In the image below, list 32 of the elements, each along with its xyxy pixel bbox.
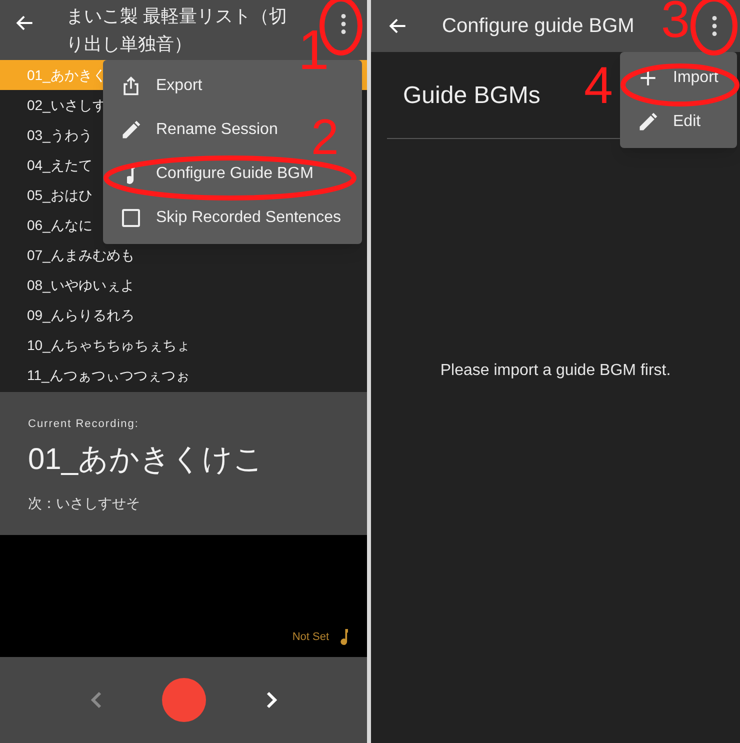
chevron-right-icon bbox=[264, 691, 276, 709]
screen-title: まいこ製 最軽量リスト（切り出し単独音） bbox=[66, 5, 288, 56]
pencil-icon bbox=[637, 111, 659, 133]
annotation-number: 2 bbox=[311, 112, 339, 162]
sentence-item[interactable]: 11_んつぁつぃつつぇつぉ bbox=[0, 360, 367, 390]
menu-item[interactable]: Rename Session bbox=[103, 108, 286, 152]
annotation-number: 4 bbox=[584, 60, 613, 112]
recording-label: Current Recording: bbox=[28, 417, 139, 432]
menu-item[interactable]: Edit bbox=[620, 100, 709, 144]
bgm-status: Not Set bbox=[292, 630, 329, 644]
pencil-icon bbox=[120, 119, 142, 141]
more-icon bbox=[712, 16, 717, 36]
more-button[interactable] bbox=[712, 16, 718, 36]
more-button[interactable] bbox=[341, 14, 347, 34]
sentence-item[interactable]: 07_んまみむめも bbox=[0, 240, 367, 270]
sentence-item[interactable]: 09_んらりるれろ bbox=[0, 300, 367, 330]
annotation-number: 1 bbox=[298, 22, 330, 78]
checkbox[interactable] bbox=[122, 209, 140, 227]
record-button[interactable] bbox=[162, 678, 206, 722]
next-sentence: 次：いさしすせそ bbox=[28, 494, 140, 512]
screen-title: Configure guide BGM bbox=[442, 14, 634, 39]
sentence-item[interactable]: 08_いやゆいぇよ bbox=[0, 270, 367, 300]
more-icon bbox=[341, 14, 346, 34]
current-sentence: 01_あかきくけこ bbox=[28, 442, 264, 478]
menu-item[interactable]: Import bbox=[620, 56, 726, 100]
empty-message: Please import a guide BGM first. bbox=[440, 361, 671, 381]
section-heading: Guide BGMs bbox=[403, 81, 540, 111]
annotation-number: 3 bbox=[661, 0, 690, 46]
menu-item[interactable]: Skip Recorded Sentences bbox=[103, 196, 349, 240]
menu-item[interactable]: Export bbox=[103, 64, 210, 108]
chevron-left-icon bbox=[90, 691, 102, 709]
sentence-item[interactable]: 10_んちゃちちゅちぇちょ bbox=[0, 330, 367, 360]
